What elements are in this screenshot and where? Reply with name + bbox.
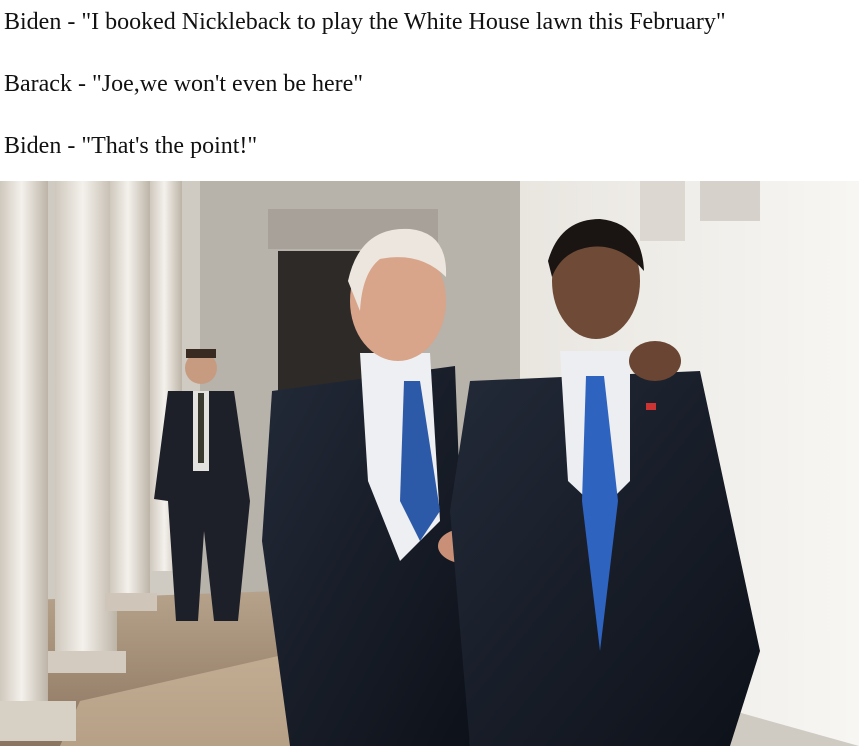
joke-line-3: Biden - "That's the point!" <box>4 133 258 159</box>
joke-line-1: Biden - "I booked Nickleback to play the… <box>4 9 726 35</box>
colonnade-photo <box>0 181 859 746</box>
photo-illustration <box>0 181 859 746</box>
joke-line-2: Barack - "Joe,we won't even be here" <box>4 71 364 97</box>
